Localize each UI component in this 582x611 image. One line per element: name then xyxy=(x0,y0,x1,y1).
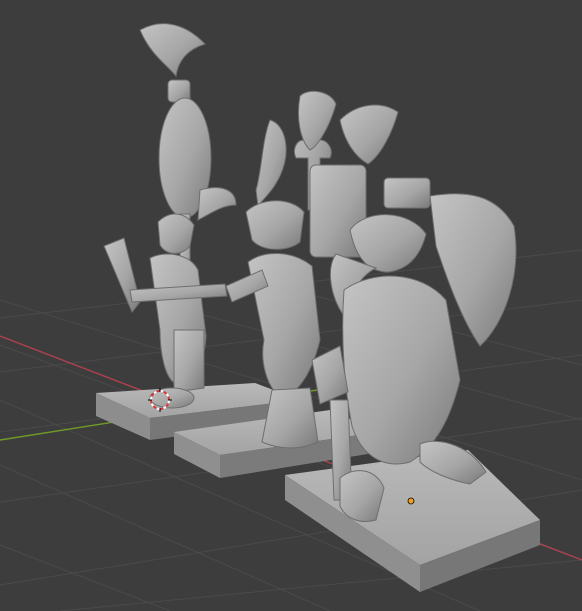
miniature-bases[interactable] xyxy=(96,383,540,592)
rabbit-warrior-miniature[interactable] xyxy=(103,23,237,409)
object-origin-dot[interactable] xyxy=(407,497,415,505)
3d-viewport[interactable] xyxy=(0,0,582,611)
